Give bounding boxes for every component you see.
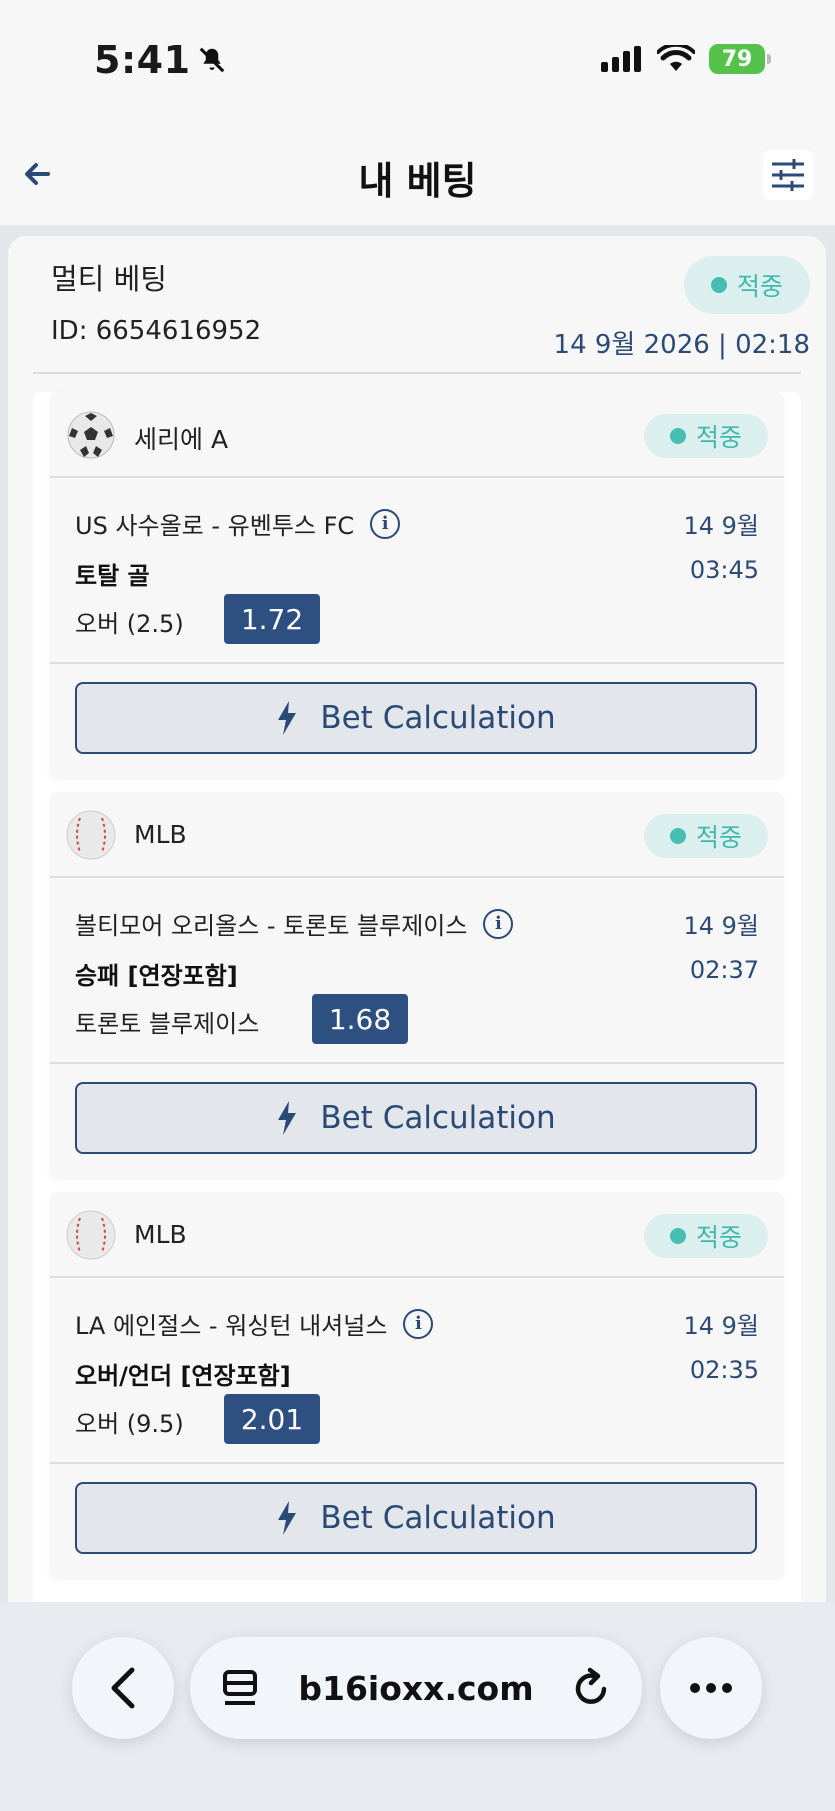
sliders-icon	[772, 159, 804, 191]
status-label: 적중	[695, 823, 742, 852]
status-label: 적중	[736, 272, 783, 301]
selection-label: 토론토 블루제이스	[75, 1010, 260, 1038]
multi-bet-id: ID: 6654616952	[51, 316, 262, 346]
status-dot-icon	[669, 1228, 686, 1244]
chevron-left-icon	[111, 1667, 135, 1709]
market-name: 오버/언더 [연장포함]	[75, 1362, 291, 1390]
multi-bet-card: 멀티 베팅 ID: 6654616952 적중 14 9월 2026 | 02:…	[8, 236, 826, 1602]
match-label: US 사수올로 - 유벤투스 FC	[75, 512, 355, 540]
divider	[50, 1062, 784, 1064]
divider	[50, 1462, 784, 1464]
status-right: 79	[601, 44, 771, 74]
bet-status-badge: 적중	[644, 1214, 768, 1258]
divider	[33, 372, 801, 374]
bet-calculation-label: Bet Calculation	[320, 1100, 556, 1136]
multi-bet-title: 멀티 베팅	[51, 262, 167, 296]
status-dot-icon	[669, 828, 686, 844]
bet-item: 세리에 A 적중 US 사수올로 - 유벤투스 FC i 14 9월 토탈 골 …	[50, 392, 784, 778]
bet-item: MLB 적중 볼티모어 오리올스 - 토론토 블루제이스 i 14 9월 승패 …	[50, 792, 784, 1178]
bell-slash-icon	[199, 47, 224, 73]
status-dot-icon	[669, 428, 686, 444]
soccer-ball-icon	[67, 411, 115, 459]
league-name: MLB	[134, 1220, 187, 1249]
match-name: 볼티모어 오리올스 - 토론토 블루제이스 i	[75, 906, 514, 941]
baseball-icon	[66, 810, 116, 860]
match-label: 볼티모어 오리올스 - 토론토 블루제이스	[75, 912, 468, 940]
match-label: LA 에인절스 - 워싱턴 내셔널스	[75, 1312, 388, 1340]
status-label: 적중	[695, 423, 742, 452]
browser-back-button[interactable]	[72, 1637, 174, 1739]
status-bar: 5:41 79	[0, 0, 835, 120]
lightning-icon	[278, 701, 297, 735]
bet-status-badge: 적중	[644, 414, 768, 458]
bet-status-badge: 적중	[644, 814, 768, 858]
info-icon[interactable]: i	[370, 508, 401, 539]
bet-calculation-button[interactable]: Bet Calculation	[75, 682, 757, 754]
browser-toolbar: b16ioxx.com	[0, 1602, 835, 1811]
bet-calculation-label: Bet Calculation	[320, 700, 556, 736]
bet-header: 세리에 A 적중	[50, 392, 784, 478]
battery-indicator: 79	[709, 44, 771, 74]
odds-badge: 2.01	[224, 1394, 320, 1444]
match-date: 14 9월	[683, 512, 759, 540]
match-date: 14 9월	[683, 1312, 759, 1340]
bet-item: MLB 적중 LA 에인절스 - 워싱턴 내셔널스 i 14 9월 오버/언더 …	[50, 1192, 784, 1578]
match-time: 02:37	[689, 956, 759, 984]
match-date: 14 9월	[683, 912, 759, 940]
info-icon[interactable]: i	[483, 908, 514, 939]
match-time: 03:45	[689, 556, 759, 584]
bet-header: MLB 적중	[50, 792, 784, 878]
page-header: 내 베팅	[0, 120, 835, 225]
filter-button[interactable]	[763, 150, 813, 200]
bet-header: MLB 적중	[50, 1192, 784, 1278]
match-name: US 사수올로 - 유벤투스 FC i	[75, 506, 401, 541]
multi-bet-date: 14 9월 2026 | 02:18	[553, 330, 810, 360]
status-time-text: 5:41	[94, 38, 191, 82]
bet-list: 세리에 A 적중 US 사수올로 - 유벤투스 FC i 14 9월 토탈 골 …	[33, 392, 801, 1602]
info-icon[interactable]: i	[403, 1308, 434, 1339]
match-name: LA 에인절스 - 워싱턴 내셔널스 i	[75, 1306, 434, 1341]
market-name: 토탈 골	[75, 562, 150, 590]
lightning-icon	[278, 1101, 297, 1135]
browser-more-button[interactable]	[660, 1637, 762, 1739]
more-icon	[690, 1683, 732, 1693]
odds-badge: 1.72	[224, 594, 320, 644]
url-bar[interactable]: b16ioxx.com	[190, 1637, 642, 1739]
wifi-icon	[657, 45, 695, 71]
multi-bet-status-badge: 적중	[684, 256, 810, 314]
signal-icon	[601, 46, 641, 72]
status-time: 5:41	[94, 38, 227, 82]
lightning-icon	[278, 1501, 297, 1535]
baseball-icon	[66, 1210, 116, 1260]
league-name: MLB	[134, 820, 187, 849]
odds-badge: 1.68	[312, 994, 408, 1044]
match-time: 02:35	[689, 1356, 759, 1384]
selection-label: 오버 (2.5)	[75, 610, 184, 638]
status-label: 적중	[695, 1223, 742, 1252]
status-dot-icon	[710, 277, 727, 293]
reload-icon[interactable]	[572, 1667, 612, 1709]
selection-label: 오버 (9.5)	[75, 1410, 184, 1438]
bet-calculation-label: Bet Calculation	[320, 1500, 556, 1536]
bet-calculation-button[interactable]: Bet Calculation	[75, 1082, 757, 1154]
league-name: 세리에 A	[134, 425, 229, 454]
market-name: 승패 [연장포함]	[75, 962, 238, 990]
bet-calculation-button[interactable]: Bet Calculation	[75, 1482, 757, 1554]
page-title: 내 베팅	[358, 159, 477, 203]
divider	[50, 662, 784, 664]
battery-level: 79	[721, 46, 753, 72]
